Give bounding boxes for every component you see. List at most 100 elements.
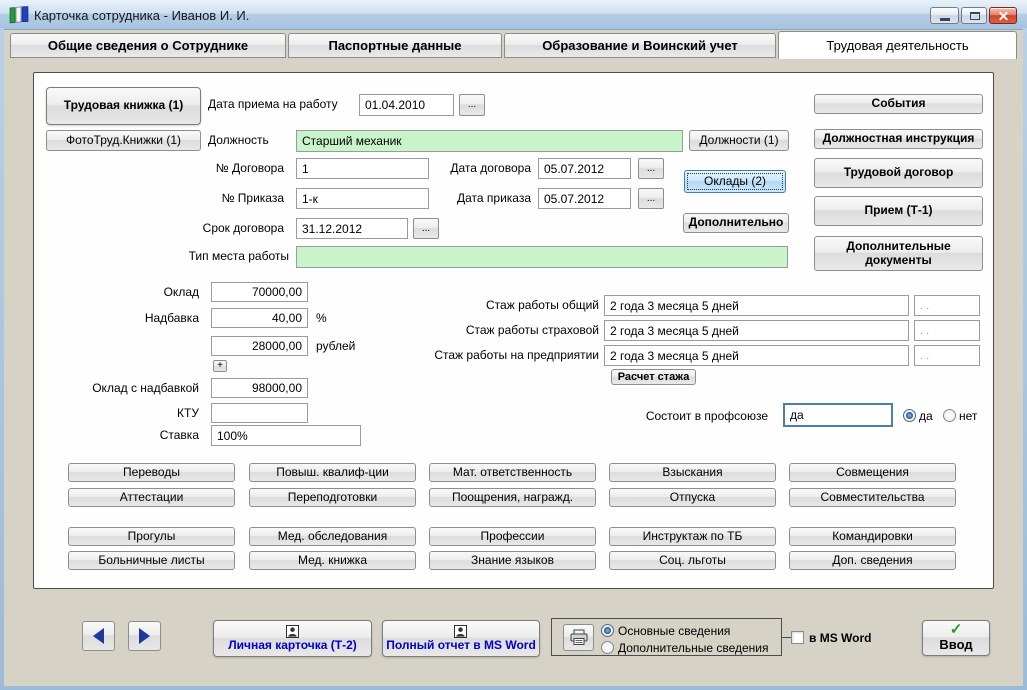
- enter-label: Ввод: [939, 637, 973, 653]
- close-button[interactable]: [989, 7, 1017, 24]
- word-report-button[interactable]: Полный отчет в MS Word: [382, 620, 540, 657]
- position-label: Должность: [208, 133, 269, 147]
- percent-unit-label: %: [316, 311, 327, 325]
- word-report-label: Полный отчет в MS Word: [386, 637, 536, 652]
- business-trips-button[interactable]: Командировки: [789, 527, 956, 546]
- rate-label: Ставка: [159, 428, 199, 442]
- salaries-button[interactable]: Оклады (2): [684, 170, 786, 193]
- tab-education-military[interactable]: Образование и Воинский учет: [504, 33, 776, 58]
- safety-training-button[interactable]: Инструктаж по ТБ: [609, 527, 776, 546]
- salary-with-bonus-label: Оклад с надбавкой: [92, 381, 199, 395]
- additional-info-button[interactable]: Доп. сведения: [789, 551, 956, 570]
- absences-button[interactable]: Прогулы: [68, 527, 235, 546]
- word-checkbox[interactable]: [791, 631, 804, 644]
- photo-work-book-button[interactable]: ФотоТруд.Книжки (1): [46, 130, 201, 151]
- check-icon: ✓: [949, 621, 963, 639]
- seniority-company-field[interactable]: 2 года 3 месяца 5 дней: [604, 345, 909, 366]
- maximize-button[interactable]: [961, 7, 987, 24]
- tab-passport-data[interactable]: Паспортные данные: [288, 33, 502, 58]
- salary-label: Оклад: [163, 285, 199, 299]
- contract-term-field[interactable]: 31.12.2012: [296, 218, 408, 239]
- labor-contract-button[interactable]: Трудовой договор: [814, 158, 983, 188]
- workplace-type-field[interactable]: [296, 246, 788, 268]
- contract-term-label: Срок договора: [202, 221, 284, 235]
- maximize-icon: [970, 12, 980, 20]
- seniority-total-date-field[interactable]: . .: [914, 295, 980, 316]
- union-yes-radio[interactable]: [903, 409, 916, 422]
- employee-card-window: Карточка сотрудника - Иванов И. И. Общие…: [0, 0, 1027, 690]
- seniority-calc-button[interactable]: Расчет стажа: [611, 369, 696, 385]
- social-benefits-button[interactable]: Соц. льготы: [609, 551, 776, 570]
- group-connector-line: [782, 637, 791, 638]
- salary-field[interactable]: 70000,00: [211, 282, 308, 302]
- window-title: Карточка сотрудника - Иванов И. И.: [34, 8, 250, 23]
- professions-button[interactable]: Профессии: [429, 527, 596, 546]
- contract-date-label: Дата договора: [450, 161, 531, 175]
- union-field[interactable]: да: [783, 403, 893, 427]
- languages-button[interactable]: Знание языков: [429, 551, 596, 570]
- order-date-field[interactable]: 05.07.2012: [538, 188, 631, 209]
- personal-card-button[interactable]: Личная карточка (Т-2): [213, 620, 372, 657]
- tab-labor-activity[interactable]: Трудовая деятельность: [778, 31, 1017, 59]
- awards-button[interactable]: Поощрения, награжд.: [429, 488, 596, 507]
- order-date-picker-button[interactable]: ...: [638, 188, 664, 209]
- minimize-button[interactable]: [930, 7, 959, 24]
- position-field[interactable]: Старший механик: [296, 130, 683, 152]
- seniority-company-date-field[interactable]: . .: [914, 345, 980, 366]
- order-no-label: № Приказа: [221, 191, 284, 205]
- bonus-rubles-field[interactable]: 28000,00: [211, 336, 308, 356]
- work-book-button[interactable]: Трудовая книжка (1): [46, 87, 201, 125]
- secondary-jobs-button[interactable]: Совместительства: [789, 488, 956, 507]
- union-no-radio[interactable]: [943, 409, 956, 422]
- next-record-button[interactable]: [128, 621, 161, 651]
- vacations-button[interactable]: Отпуска: [609, 488, 776, 507]
- prev-record-button[interactable]: [82, 621, 115, 651]
- positions-button[interactable]: Должности (1): [689, 130, 789, 151]
- union-no-label: нет: [959, 409, 978, 423]
- window-frame: [0, 28, 4, 690]
- add-bonus-button[interactable]: +: [213, 360, 227, 372]
- seniority-insurance-field[interactable]: 2 года 3 месяца 5 дней: [604, 320, 909, 341]
- seniority-insurance-label: Стаж работы страховой: [465, 323, 599, 337]
- main-panel: Трудовая книжка (1) ФотоТруд.Книжки (1) …: [33, 72, 994, 589]
- events-button[interactable]: События: [814, 94, 983, 114]
- retraining-button[interactable]: Переподготовки: [249, 488, 416, 507]
- medical-exams-button[interactable]: Мед. обследования: [249, 527, 416, 546]
- additional-documents-button[interactable]: Дополнительные документы: [814, 236, 983, 271]
- enter-button[interactable]: ✓ Ввод: [922, 620, 990, 656]
- rate-field[interactable]: 100%: [211, 425, 361, 446]
- material-liability-button[interactable]: Мат. ответственность: [429, 463, 596, 482]
- contract-date-picker-button[interactable]: ...: [638, 158, 664, 179]
- contract-date-field[interactable]: 05.07.2012: [538, 158, 631, 179]
- bonus-percent-field[interactable]: 40,00: [211, 308, 308, 328]
- hire-date-field[interactable]: 01.04.2010: [359, 94, 454, 116]
- app-icon: [9, 6, 29, 24]
- hire-date-picker-button[interactable]: ...: [459, 94, 485, 116]
- salary-with-bonus-field[interactable]: 98000,00: [211, 378, 308, 398]
- attestations-button[interactable]: Аттестации: [68, 488, 235, 507]
- titlebar: Карточка сотрудника - Иванов И. И.: [0, 0, 1027, 30]
- medical-book-button[interactable]: Мед. книжка: [249, 551, 416, 570]
- contract-no-label: № Договора: [215, 161, 284, 175]
- seniority-insurance-date-field[interactable]: . .: [914, 320, 980, 341]
- seniority-total-field[interactable]: 2 года 3 месяца 5 дней: [604, 295, 909, 316]
- penalties-button[interactable]: Взыскания: [609, 463, 776, 482]
- personal-card-label: Личная карточка (Т-2): [228, 637, 357, 652]
- transfers-button[interactable]: Переводы: [68, 463, 235, 482]
- tab-general-info[interactable]: Общие сведения о Сотруднике: [10, 33, 286, 58]
- sick-leaves-button[interactable]: Больничные листы: [68, 551, 235, 570]
- additional-button[interactable]: Дополнительно: [683, 213, 789, 233]
- order-date-label: Дата приказа: [456, 191, 531, 205]
- window-frame: [0, 686, 1027, 690]
- ktu-field[interactable]: [211, 403, 308, 423]
- job-instruction-button[interactable]: Должностная инструкция: [814, 129, 983, 149]
- qualification-upgrade-button[interactable]: Повыш. квалиф-ции: [249, 463, 416, 482]
- contract-term-picker-button[interactable]: ...: [413, 218, 439, 239]
- window-frame: [1023, 28, 1027, 690]
- union-yes-label: да: [919, 409, 933, 423]
- hiring-t1-button[interactable]: Прием (Т-1): [814, 196, 983, 226]
- rubles-unit-label: рублей: [316, 339, 356, 353]
- arrow-right-icon: [139, 628, 150, 644]
- union-label: Состоит в профсоюзе: [645, 409, 768, 423]
- combined-positions-button[interactable]: Совмещения: [789, 463, 956, 482]
